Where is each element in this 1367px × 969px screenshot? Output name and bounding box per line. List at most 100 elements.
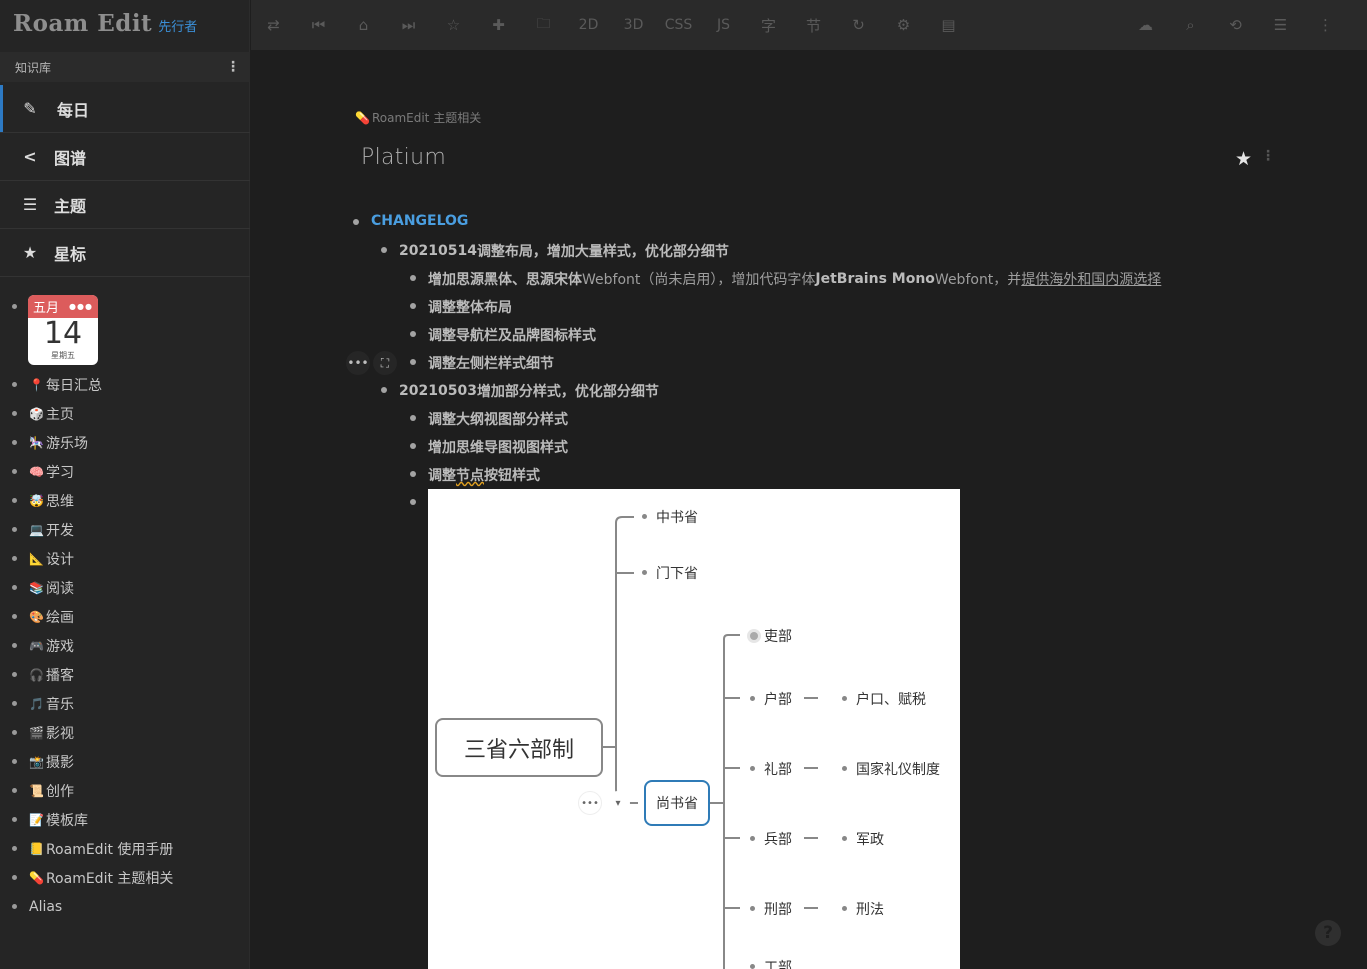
mindmap-node[interactable]: 礼部 <box>764 759 792 779</box>
page-title[interactable]: Platium <box>361 145 446 170</box>
block-text: CHANGELOG <box>371 213 469 229</box>
block-item[interactable]: 调整大纲视图部分样式 <box>410 409 568 429</box>
mindmap-node[interactable]: 国家礼仪制度 <box>856 759 940 779</box>
tree-item[interactable]: 📚 阅读 <box>0 573 250 602</box>
emoji-icon: 🤯 <box>29 493 44 508</box>
block-expand-button[interactable]: ⛶ <box>373 351 397 375</box>
block-link[interactable]: 提供海外和国内源选择 <box>1021 269 1161 289</box>
more-icon[interactable]: ⋮ <box>1303 0 1348 50</box>
breadcrumb[interactable]: 💊 RoamEdit 主题相关 <box>355 109 481 126</box>
skip-back-icon[interactable]: ⏮ <box>296 0 341 50</box>
mindmap-node[interactable]: 中书省 <box>656 507 698 527</box>
gear-icon[interactable]: ⚙ <box>881 0 926 50</box>
tree-item[interactable]: 🎵 音乐 <box>0 689 250 718</box>
font-button[interactable]: 字 <box>746 0 791 50</box>
mindmap-node[interactable]: 吏部 <box>764 626 792 646</box>
2d-button[interactable]: 2D <box>566 0 611 50</box>
calendar-icon[interactable]: 五月 ●●● 14 星期五 <box>28 295 98 365</box>
tree-item[interactable]: 🎧 播客 <box>0 660 250 689</box>
mindmap-node[interactable]: 军政 <box>856 829 884 849</box>
emoji-icon: 🧠 <box>29 464 44 479</box>
comment-icon[interactable]: ▤ <box>926 0 971 50</box>
bullet <box>410 331 416 337</box>
nav-item-topics[interactable]: ☰ 主题 <box>0 181 250 229</box>
star-outline-icon[interactable]: ☆ <box>431 0 476 50</box>
search-icon[interactable]: ⌕ <box>1168 0 1213 50</box>
outline-icon[interactable]: ☰ <box>1258 0 1303 50</box>
emoji-icon: 🎬 <box>29 725 44 740</box>
mindmap-node[interactable]: 户部 <box>764 689 792 709</box>
tree-item[interactable]: 🎨 绘画 <box>0 602 250 631</box>
mindmap-selected-node[interactable]: 尚书省 <box>644 780 710 826</box>
mindmap-view[interactable]: 三省六部制 中书省 门下省 ••• ▾ 尚书省 吏部 户部 户口、赋税 礼部 国… <box>428 489 960 969</box>
block-more-button[interactable]: ••• <box>346 351 370 375</box>
history-icon[interactable]: ⟲ <box>1213 0 1258 50</box>
nav-item-daily[interactable]: ✎ 每日 <box>0 85 250 133</box>
tree-item[interactable]: 🎠 游乐场 <box>0 428 250 457</box>
cloud-icon[interactable]: ☁ <box>1123 0 1168 50</box>
tree-item[interactable]: 💊 RoamEdit 主题相关 <box>0 863 250 892</box>
bullet <box>12 585 17 590</box>
nav-item-graph[interactable]: < 图谱 <box>0 133 250 181</box>
tree-item[interactable]: 📍 每日汇总 <box>0 370 250 399</box>
mindmap-node[interactable]: 刑部 <box>764 899 792 919</box>
tree-item[interactable]: 📐 设计 <box>0 544 250 573</box>
mindmap-node[interactable]: 户口、赋税 <box>856 689 926 709</box>
tree-item[interactable]: 📜 创作 <box>0 776 250 805</box>
nav-item-starred[interactable]: ★ 星标 <box>0 229 250 277</box>
mindmap-bullet <box>642 570 647 575</box>
tree-item-label: 模板库 <box>45 812 88 829</box>
block-text: 调整 <box>428 468 456 484</box>
mindmap-node[interactable]: 工部 <box>764 957 792 969</box>
plus-icon[interactable]: ✚ <box>476 0 521 50</box>
block-version-2[interactable]: 20210503 增加部分样式，优化部分细节 <box>381 381 659 401</box>
block-item[interactable]: 增加思源黑体、思源宋体 Webfont（尚未启用），增加代码字体 JetBrain… <box>410 269 1161 289</box>
block-changelog[interactable]: CHANGELOG <box>353 213 469 229</box>
tree-item[interactable]: Alias <box>0 892 250 921</box>
page-tree: 五月 ●●● 14 星期五 📍 每日汇总 🎲 主页 🎠 游乐场 🧠 学习 🤯 思维 💻 开发 📐 设计 📚 阅读… <box>0 290 250 921</box>
skip-forward-icon[interactable]: ⏭ <box>386 0 431 50</box>
block-item[interactable]: 调整 节点 按钮样式 <box>410 465 540 485</box>
tree-item[interactable]: 📒 RoamEdit 使用手册 <box>0 834 250 863</box>
tree-item[interactable]: 🤯 思维 <box>0 486 250 515</box>
mindmap-more-button[interactable]: ••• <box>578 791 602 815</box>
tree-item-label: RoamEdit 主题相关 <box>45 870 174 887</box>
bullet <box>12 527 17 532</box>
mindmap-node[interactable]: 刑法 <box>856 899 884 919</box>
inbox-icon[interactable]: ⌂ <box>341 0 386 50</box>
tree-item[interactable]: 🧠 学习 <box>0 457 250 486</box>
tree-item[interactable]: 📝 模板库 <box>0 805 250 834</box>
block-item[interactable]: 调整左侧栏样式细节 <box>410 353 554 373</box>
calendar-day: 14 <box>43 316 83 351</box>
tree-item[interactable]: 💻 开发 <box>0 515 250 544</box>
kb-more-icon[interactable]: ⋮ <box>226 59 240 75</box>
mindmap-root-node[interactable]: 三省六部制 <box>435 718 603 777</box>
block-item[interactable]: 调整导航栏及品牌图标样式 <box>410 325 596 345</box>
3d-button[interactable]: 3D <box>611 0 656 50</box>
block-item[interactable]: 调整整体布局 <box>410 297 512 317</box>
css-button[interactable]: CSS <box>656 0 701 50</box>
folder-icon[interactable]: 🗀 <box>521 0 566 50</box>
swap-icon[interactable]: ⇄ <box>251 0 296 50</box>
refresh-icon[interactable]: ↻ <box>836 0 881 50</box>
block-version-1[interactable]: 20210514 调整布局，增加大量样式，优化部分细节 <box>381 241 729 261</box>
mindmap-node[interactable]: 门下省 <box>656 563 698 583</box>
calendar-item[interactable]: 五月 ●●● 14 星期五 <box>0 290 250 370</box>
bullet <box>12 846 17 851</box>
js-button[interactable]: JS <box>701 0 746 50</box>
tree-item-label: Alias <box>29 898 63 915</box>
tree-item[interactable]: 📸 摄影 <box>0 747 250 776</box>
emoji-icon: 📸 <box>29 754 44 769</box>
tree-item[interactable]: 🎮 游戏 <box>0 631 250 660</box>
bullet <box>12 788 17 793</box>
tree-item[interactable]: 🎲 主页 <box>0 399 250 428</box>
mindmap-node[interactable]: 兵部 <box>764 829 792 849</box>
help-icon[interactable]: ? <box>1315 920 1341 946</box>
chevron-down-icon[interactable]: ▾ <box>606 791 630 815</box>
tree-item[interactable]: 🎬 影视 <box>0 718 250 747</box>
mindmap-bullet <box>842 836 847 841</box>
section-button[interactable]: 节 <box>791 0 836 50</box>
star-icon[interactable]: ★ <box>1235 148 1252 170</box>
block-item[interactable]: 增加思维导图视图样式 <box>410 437 568 457</box>
page-more-icon[interactable]: ⋮ <box>1261 148 1275 164</box>
